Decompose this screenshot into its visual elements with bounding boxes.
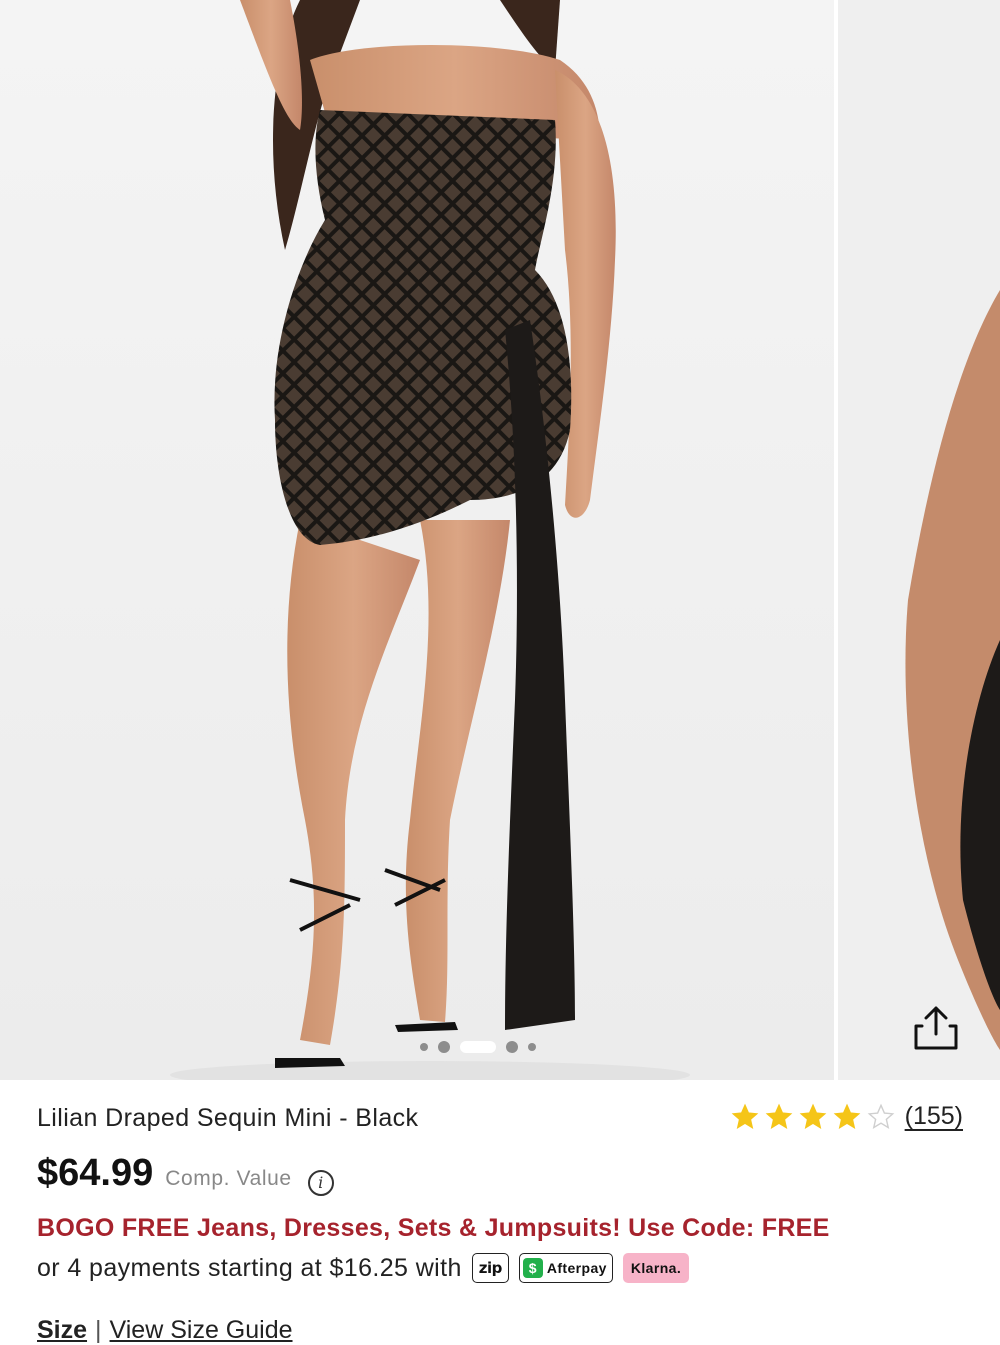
product-price: $64.99 — [37, 1152, 154, 1194]
pagination-dot[interactable] — [420, 1043, 428, 1051]
size-guide-link[interactable]: View Size Guide — [110, 1316, 293, 1345]
product-title: Lilian Draped Sequin Mini - Black — [37, 1104, 419, 1132]
rating-stars — [731, 1103, 895, 1131]
afterpay-label: Afterpay — [546, 1260, 607, 1276]
product-info: Lilian Draped Sequin Mini - Black (155) … — [0, 1080, 1000, 1344]
price-row: $64.99 Comp. Value i — [37, 1152, 334, 1196]
product-image-gallery[interactable] — [0, 0, 1000, 1080]
review-count-link[interactable]: (155) — [905, 1102, 963, 1131]
star-filled-icon — [833, 1103, 860, 1129]
product-image-main[interactable] — [0, 0, 834, 1080]
klarna-badge[interactable]: Klarna. — [622, 1253, 690, 1283]
pagination-dot[interactable] — [438, 1041, 450, 1053]
size-label: Size — [37, 1316, 88, 1344]
size-separator: | — [95, 1316, 102, 1344]
product-image-next[interactable] — [838, 0, 1000, 1080]
product-rating[interactable]: (155) — [731, 1102, 963, 1131]
pagination-dot-active[interactable] — [460, 1041, 496, 1053]
gallery-pagination — [420, 1040, 536, 1054]
share-icon — [914, 1006, 958, 1050]
zip-badge[interactable]: zip — [471, 1253, 509, 1283]
afterpay-badge[interactable]: $ Afterpay — [518, 1253, 613, 1283]
pagination-dot[interactable] — [506, 1041, 518, 1053]
star-filled-icon — [765, 1103, 792, 1129]
installments-row: or 4 payments starting at $16.25 with zi… — [37, 1253, 690, 1283]
star-filled-icon — [799, 1103, 826, 1129]
size-row: Size | View Size Guide — [37, 1316, 293, 1345]
star-empty-icon — [867, 1103, 894, 1129]
comp-value-label: Comp. Value — [165, 1167, 292, 1190]
pagination-dot[interactable] — [528, 1043, 536, 1051]
promo-banner: BOGO FREE Jeans, Dresses, Sets & Jumpsui… — [37, 1214, 830, 1242]
star-filled-icon — [731, 1103, 758, 1129]
afterpay-dollar-icon: $ — [522, 1258, 543, 1278]
installments-text: or 4 payments starting at $16.25 with — [37, 1253, 462, 1282]
product-photo — [0, 0, 834, 1080]
share-button[interactable] — [908, 1000, 964, 1056]
info-icon[interactable]: i — [307, 1169, 334, 1196]
next-product-photo — [838, 0, 1000, 1080]
